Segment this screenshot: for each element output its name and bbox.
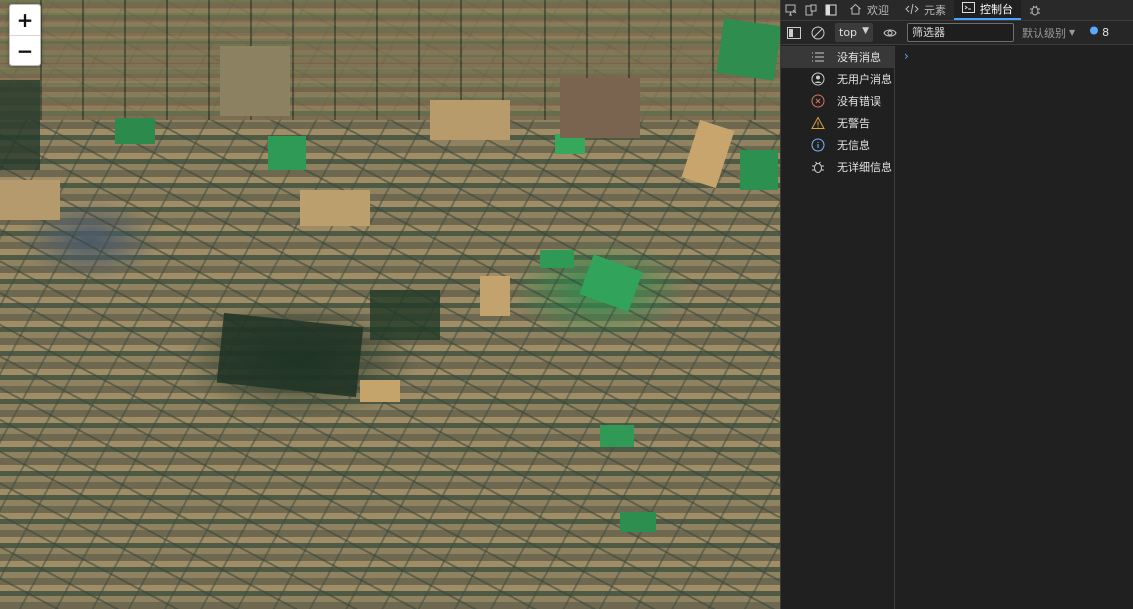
caret-down-icon: ▼: [862, 26, 869, 36]
sidebar-item-label: 无信息: [837, 139, 870, 152]
sidebar-item-label: 无详细信息: [837, 161, 892, 174]
context-value: top: [839, 26, 858, 39]
message-bubble-icon: [1089, 26, 1099, 39]
map-green-field: [268, 136, 306, 170]
console-prompt-chevron-icon[interactable]: ›: [904, 49, 909, 63]
home-icon: [849, 3, 862, 18]
user-circle-icon: [811, 72, 825, 86]
tab-welcome[interactable]: 欢迎: [841, 0, 897, 20]
map-green-field: [716, 18, 780, 81]
clear-console-icon[interactable]: [807, 23, 829, 43]
map-tan-field: [0, 180, 60, 220]
device-emulation-icon[interactable]: [781, 0, 801, 20]
zoom-in-button[interactable]: +: [10, 5, 40, 35]
map-tan-field: [480, 276, 510, 316]
zoom-control: + −: [9, 4, 41, 66]
map-green-field: [579, 254, 643, 312]
bug-icon[interactable]: [1025, 0, 1045, 20]
map-green-field: [540, 250, 574, 268]
sidebar-item-info[interactable]: 无信息: [781, 134, 894, 156]
filter-input[interactable]: [907, 23, 1014, 42]
sidebar-item-messages[interactable]: 没有消息: [781, 46, 894, 68]
code-icon: [905, 3, 919, 18]
sidebar-item-errors[interactable]: 没有错误: [781, 90, 894, 112]
map-tan-field: [681, 119, 735, 189]
console-toolbar: top ▼ 默认级别 ▼ 8: [781, 21, 1133, 45]
sidebar-item-verbose[interactable]: 无详细信息: [781, 156, 894, 178]
caret-down-icon: ▼: [1069, 28, 1076, 37]
live-expression-eye-icon[interactable]: [877, 23, 903, 43]
sidebar-item-label: 无警告: [837, 117, 870, 130]
device-toolbar-icon[interactable]: [801, 0, 821, 20]
map-green-field: [115, 118, 155, 144]
console-output[interactable]: ›: [896, 46, 1133, 609]
context-selector[interactable]: top ▼: [835, 23, 873, 42]
map-dark-field: [370, 290, 440, 340]
map-tan-field: [430, 100, 510, 140]
devtools-panel: 欢迎 元素 控制台 top ▼ 默认级别 ▼: [780, 0, 1133, 609]
console-sidebar: 没有消息 无用户消息 没有错误 无警告 无信息 无详细信息: [781, 46, 895, 609]
warning-icon: [811, 116, 825, 130]
sidebar-toggle-icon[interactable]: [781, 23, 807, 43]
satellite-map[interactable]: + −: [0, 0, 780, 609]
map-field-strip: [0, 0, 780, 120]
tab-label: 元素: [924, 4, 946, 17]
tab-label: 欢迎: [867, 4, 889, 17]
zoom-out-button[interactable]: −: [10, 35, 40, 65]
bug-icon: [811, 160, 825, 174]
sidebar-item-user-messages[interactable]: 无用户消息: [781, 68, 894, 90]
map-tan-field: [360, 380, 400, 402]
levels-label: 默认级别: [1022, 26, 1066, 40]
tab-label: 控制台: [980, 3, 1013, 16]
tab-elements[interactable]: 元素: [897, 0, 954, 20]
list-icon: [811, 50, 825, 64]
sidebar-item-label: 没有错误: [837, 95, 881, 108]
map-green-field: [620, 512, 656, 532]
issues-counter[interactable]: 8: [1089, 26, 1109, 39]
map-green-field: [740, 150, 778, 190]
map-dark-field: [0, 80, 40, 170]
info-icon: [811, 138, 825, 152]
sidebar-item-warnings[interactable]: 无警告: [781, 112, 894, 134]
map-dark-field: [216, 312, 364, 398]
console-icon: [962, 2, 975, 16]
sidebar-item-label: 没有消息: [837, 51, 881, 64]
issues-count: 8: [1102, 26, 1110, 39]
map-tan-field: [300, 190, 370, 226]
log-levels-dropdown[interactable]: 默认级别 ▼: [1022, 25, 1075, 41]
map-green-field: [600, 425, 634, 447]
tab-console[interactable]: 控制台: [954, 0, 1021, 20]
sidebar-item-label: 无用户消息: [837, 73, 892, 86]
dock-side-icon[interactable]: [821, 0, 841, 20]
map-tan-field: [560, 78, 640, 138]
map-tan-field: [220, 46, 290, 116]
error-icon: [811, 94, 825, 108]
devtools-tabbar: 欢迎 元素 控制台: [781, 0, 1133, 21]
